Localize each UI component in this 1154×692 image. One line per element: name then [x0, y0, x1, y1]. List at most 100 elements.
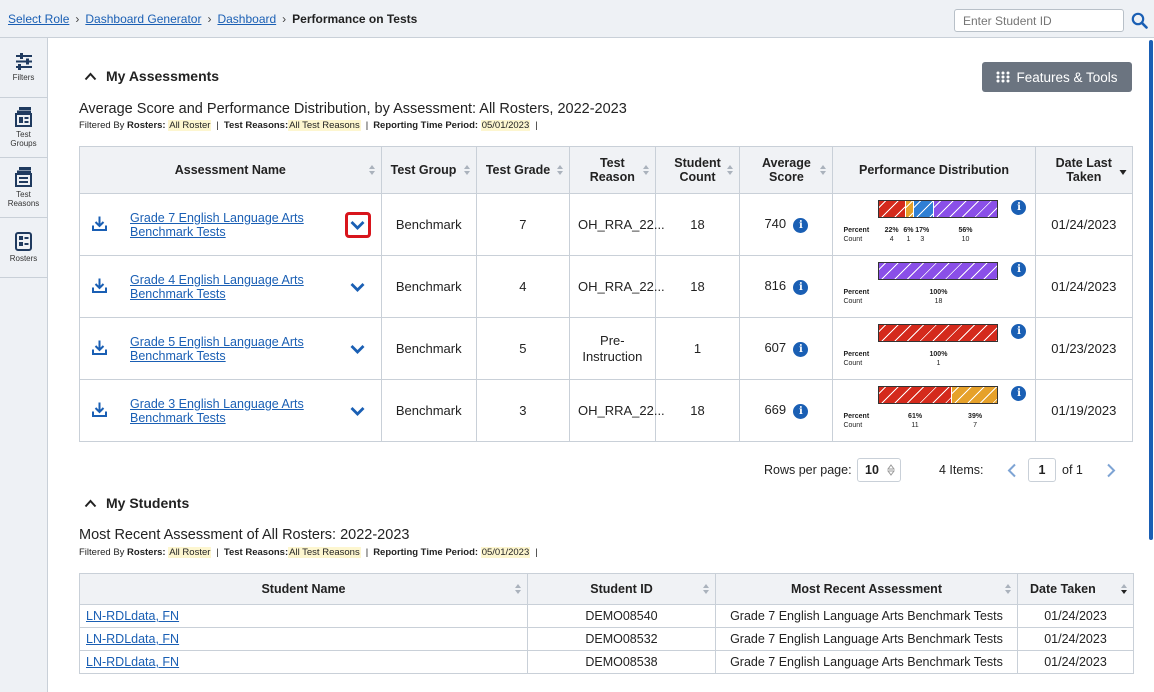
distribution-segment: [879, 387, 952, 403]
student-id-cell: DEMO08538: [527, 650, 716, 674]
sidebar-item-label: Filters: [12, 73, 35, 82]
sort-icon: [727, 165, 734, 175]
my-students-toggle[interactable]: My Students: [84, 495, 189, 511]
test-grade-cell: 5: [475, 317, 570, 380]
column-header-assessment-name[interactable]: Assessment Name: [79, 146, 382, 194]
student-link[interactable]: LN-RDLdata, FN: [86, 632, 179, 646]
sort-icon: [703, 584, 709, 594]
download-button[interactable]: [92, 215, 107, 234]
rows-per-page-select[interactable]: 10: [857, 458, 901, 482]
date-last-taken-cell: 01/23/2023: [1034, 317, 1134, 380]
filter-label: Rosters:: [127, 547, 166, 558]
chevron-down-icon: [350, 406, 365, 416]
assessment-link[interactable]: Grade 3 English Language Arts Benchmark …: [130, 397, 320, 425]
breadcrumb-dashboard-generator[interactable]: Dashboard Generator: [85, 12, 201, 26]
breadcrumb-current: Performance on Tests: [292, 11, 418, 26]
download-icon: [92, 402, 107, 417]
distribution-percent: 6%: [903, 227, 914, 234]
page-scrollbar[interactable]: [1149, 40, 1153, 540]
performance-distribution-cell: Percent Count 61% 11 39% 7 i: [832, 379, 1036, 442]
assessment-name-cell: Grade 7 English Language Arts Benchmark …: [79, 193, 382, 256]
expand-row-button[interactable]: [345, 398, 371, 424]
assessment-row: Grade 5 English Language Arts Benchmark …: [79, 317, 1134, 380]
chevron-up-icon: [84, 72, 97, 80]
features-tools-button[interactable]: Features & Tools: [982, 62, 1132, 92]
average-score-value: 669: [764, 402, 787, 418]
distribution-count: 18: [934, 298, 943, 305]
student-id-cell: DEMO08540: [527, 604, 716, 628]
info-icon[interactable]: i: [793, 341, 809, 357]
student-row: LN-RDLdata, FN DEMO08540 Grade 7 English L…: [79, 604, 1134, 628]
test-groups-icon: [14, 107, 32, 127]
distribution-segment: [905, 201, 913, 217]
page-input[interactable]: 1: [1028, 458, 1056, 482]
average-score-value: 740: [764, 216, 787, 232]
info-icon[interactable]: i: [793, 217, 809, 233]
column-header-student-name[interactable]: Student Name: [79, 573, 528, 605]
distribution-bar[interactable]: [878, 262, 999, 280]
breadcrumb-dashboard[interactable]: Dashboard: [217, 12, 276, 26]
download-button[interactable]: [92, 401, 107, 420]
info-icon[interactable]: i: [793, 403, 809, 419]
sidebar-item-test-reasons[interactable]: Test Reasons: [0, 158, 47, 218]
column-header-student-id[interactable]: Student ID: [527, 573, 716, 605]
column-header-test-reason[interactable]: Test Reason: [568, 146, 656, 194]
sort-icon: [1005, 584, 1011, 594]
students-filter-summary: Filtered By Rosters: All Roster | Test Rea…: [79, 547, 538, 558]
distribution-count: 1: [906, 236, 911, 243]
sidebar-item-filters[interactable]: Filters: [0, 38, 47, 98]
performance-distribution-cell: Percent Count 100% 18 i: [832, 255, 1036, 318]
test-group-cell: Benchmark: [380, 317, 477, 380]
breadcrumb-select-role[interactable]: Select Role: [8, 12, 69, 26]
column-header-test-group[interactable]: Test Group: [380, 146, 477, 194]
column-label: Student Count: [674, 156, 721, 184]
sidebar-item-test-groups[interactable]: Test Groups: [0, 98, 47, 158]
sidebar: Filters Test Groups Test Reasons Rosters: [0, 38, 48, 692]
average-score-cell: 740 i: [739, 193, 834, 256]
info-icon[interactable]: i: [1011, 386, 1027, 401]
column-header-date-last-taken[interactable]: Date Last Taken: [1034, 146, 1134, 194]
download-icon: [92, 278, 107, 293]
rows-per-page-label: Rows per page:: [764, 463, 852, 477]
download-button[interactable]: [92, 277, 107, 296]
expand-row-button[interactable]: [345, 336, 371, 362]
date-last-taken-cell: 01/19/2023: [1034, 379, 1134, 442]
assessment-link[interactable]: Grade 7 English Language Arts Benchmark …: [130, 211, 320, 239]
filter-label: Rosters:: [127, 120, 166, 131]
filter-label: Reporting Time Period:: [373, 120, 479, 131]
distribution-bar[interactable]: [878, 200, 999, 218]
distribution-count: 7: [973, 422, 978, 429]
download-button[interactable]: [92, 339, 107, 358]
student-link[interactable]: LN-RDLdata, FN: [86, 655, 179, 669]
student-link[interactable]: LN-RDLdata, FN: [86, 609, 179, 623]
info-icon[interactable]: i: [793, 279, 809, 295]
my-assessments-toggle[interactable]: My Assessments: [84, 68, 219, 84]
chevron-right-icon[interactable]: [1106, 463, 1116, 478]
assessment-link[interactable]: Grade 4 English Language Arts Benchmark …: [130, 273, 320, 301]
info-icon[interactable]: i: [1011, 200, 1027, 215]
test-reason-cell: Pre-Instruction: [568, 317, 656, 380]
assessment-link[interactable]: Grade 5 English Language Arts Benchmark …: [130, 335, 320, 363]
expand-row-button[interactable]: [344, 211, 371, 238]
info-icon[interactable]: i: [1011, 262, 1027, 277]
distribution-bar[interactable]: [878, 386, 999, 404]
average-score-value: 816: [764, 278, 787, 294]
expand-row-button[interactable]: [345, 274, 371, 300]
filter-value: All Roster: [168, 120, 212, 131]
column-header-test-grade[interactable]: Test Grade: [475, 146, 570, 194]
student-id-input[interactable]: [954, 9, 1124, 32]
column-header-average-score[interactable]: Average Score: [739, 146, 834, 194]
assessment-name-cell: Grade 4 English Language Arts Benchmark …: [79, 255, 382, 318]
students-table: Student Name Student ID Most Recent Asse…: [79, 573, 1134, 674]
chevron-left-icon[interactable]: [1007, 463, 1017, 478]
column-header-most-recent-assessment[interactable]: Most Recent Assessment: [715, 573, 1018, 605]
column-header-student-count[interactable]: Student Count: [654, 146, 741, 194]
test-group-cell: Benchmark: [380, 193, 477, 256]
percent-label: Percent: [843, 413, 870, 420]
info-icon[interactable]: i: [1011, 324, 1027, 339]
distribution-percent: 100%: [929, 351, 948, 358]
column-header-date-taken[interactable]: Date Taken: [1017, 573, 1134, 605]
distribution-bar[interactable]: [878, 324, 999, 342]
search-button[interactable]: [1124, 9, 1154, 32]
sidebar-item-rosters[interactable]: Rosters: [0, 218, 47, 278]
